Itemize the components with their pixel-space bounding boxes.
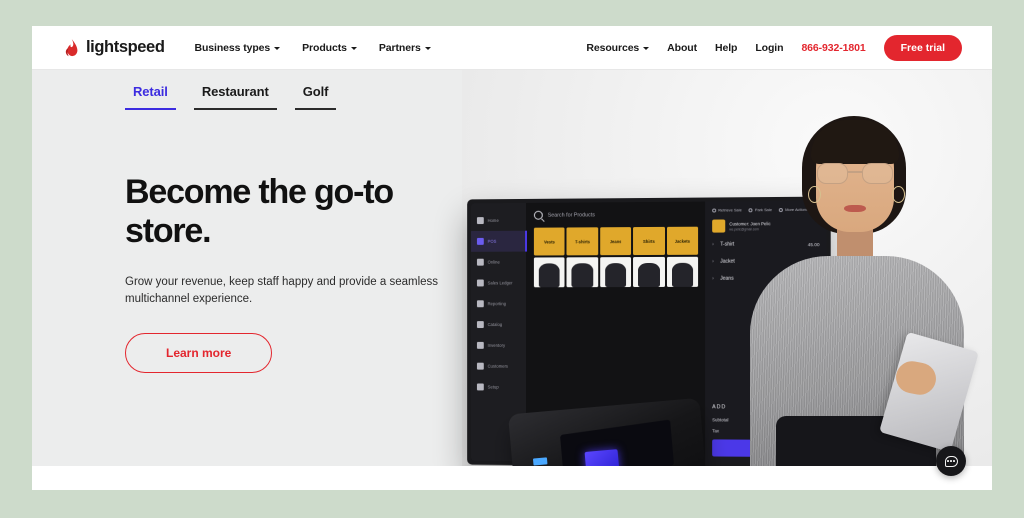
setup-icon — [476, 383, 484, 391]
pos-category-label: Jeans — [609, 238, 622, 244]
pos-sidebar-label: Inventory — [487, 342, 506, 348]
nav-item-business-types[interactable]: Business types — [195, 42, 281, 54]
chevron-down-icon — [350, 47, 357, 50]
retrieve-sale-button[interactable]: Retrieve Sale — [712, 207, 742, 213]
tab-golf[interactable]: Golf — [294, 84, 337, 110]
pos-product-thumbnail-row — [533, 256, 699, 288]
pos-search-bar[interactable]: Search for Products — [533, 210, 698, 220]
flame-icon — [65, 38, 78, 56]
avatar — [712, 219, 726, 233]
pos-category-vests[interactable]: Vests — [533, 227, 565, 256]
terminal-status-led — [533, 457, 548, 466]
site-viewport: lightspeed Business types Products Partn… — [32, 26, 992, 490]
chat-dot — [953, 460, 955, 462]
nav-label: Login — [755, 41, 784, 54]
pos-sidebar-label: POS — [487, 238, 497, 244]
hero-subtitle: Grow your revenue, keep staff happy and … — [125, 275, 439, 305]
nav-item-help[interactable]: Help — [715, 42, 737, 54]
hero-visual: Home POS Online Sales Ledger Reporting C… — [462, 70, 992, 490]
nav-label: Resources — [586, 41, 640, 54]
pos-search-placeholder: Search for Products — [547, 211, 595, 219]
logo-wordmark: lightspeed — [86, 38, 165, 56]
chat-dot — [947, 460, 949, 462]
chevron-down-icon — [274, 47, 281, 50]
nav-label: Products — [302, 41, 347, 54]
nav-label: Partners — [378, 41, 421, 54]
model-lips — [844, 205, 866, 212]
chevron-down-icon — [424, 47, 431, 50]
chat-dot — [950, 460, 952, 462]
tab-retail[interactable]: Retail — [125, 84, 176, 110]
pos-sidebar-label: Reporting — [487, 301, 507, 307]
pos-sidebar-label: Setup — [487, 384, 499, 390]
pos-category-label: Vests — [543, 239, 555, 245]
chat-bubble-icon — [944, 455, 958, 467]
pos-product-thumbnail[interactable] — [533, 257, 565, 288]
hero-bottom-strip — [32, 466, 992, 490]
nav-item-products[interactable]: Products — [302, 42, 357, 54]
glasses-bridge — [848, 171, 862, 173]
chevron-right-icon: › — [712, 241, 714, 248]
primary-nav-links: Business types Products Partners — [195, 42, 431, 54]
subtotal-label: Subtotal — [712, 417, 729, 423]
chevron-down-icon — [643, 47, 650, 50]
nav-label: About — [667, 41, 697, 54]
top-navigation-bar: lightspeed Business types Products Partn… — [32, 26, 992, 70]
secondary-nav-links: Resources About Help Login 866-932-1801 … — [586, 34, 962, 61]
pos-product-thumbnail[interactable] — [666, 256, 699, 287]
page-title: Become the go-to store. — [125, 173, 394, 251]
pos-category-tshirts[interactable]: T-shirts — [566, 227, 599, 256]
nav-item-about[interactable]: About — [667, 42, 697, 54]
chevron-right-icon: › — [712, 258, 714, 265]
hero-copy-block: Become the go-to store. Grow your revenu… — [125, 173, 485, 374]
glasses-lens-right — [862, 163, 893, 184]
pos-sidebar-label: Online — [487, 259, 500, 265]
nav-label: Help — [715, 41, 738, 54]
chevron-right-icon: › — [712, 275, 714, 282]
phone-number-link[interactable]: 866-932-1801 — [801, 42, 865, 54]
industry-tabs: Retail Restaurant Golf — [125, 84, 337, 110]
pos-category-jeans[interactable]: Jeans — [600, 227, 632, 256]
pos-sidebar-label: Customers — [487, 363, 509, 369]
pos-category-label: T-shirts — [574, 238, 590, 244]
pos-sidebar-label: Home — [487, 217, 499, 224]
pos-sidebar-label: Sales Ledger — [487, 280, 513, 286]
add-label: ADD — [712, 404, 727, 411]
pos-sidebar-item-setup[interactable]: Setup — [471, 377, 526, 398]
nav-label: Business types — [194, 41, 271, 54]
hero-section: Home POS Online Sales Ledger Reporting C… — [32, 70, 992, 490]
pos-product-thumbnail[interactable] — [600, 257, 632, 288]
pos-product-thumbnail[interactable] — [633, 256, 665, 288]
model-earring-left — [808, 186, 821, 203]
pos-category-jackets[interactable]: Jackets — [666, 226, 699, 255]
nav-item-resources[interactable]: Resources — [586, 41, 650, 54]
learn-more-button[interactable]: Learn more — [125, 333, 273, 374]
tax-label: Tax — [712, 428, 720, 434]
nav-item-login[interactable]: Login — [755, 42, 783, 54]
pos-category-label: Shirts — [642, 238, 655, 244]
chat-widget-button[interactable] — [936, 446, 966, 476]
nav-item-partners[interactable]: Partners — [379, 42, 431, 54]
pos-product-thumbnail[interactable] — [566, 257, 599, 288]
search-icon — [533, 210, 543, 220]
glasses-lens-left — [817, 163, 848, 184]
model-glasses — [817, 163, 893, 184]
action-label: Retrieve Sale — [718, 207, 742, 213]
page-canvas: lightspeed Business types Products Partn… — [0, 0, 1024, 518]
free-trial-button[interactable]: Free trial — [883, 34, 962, 61]
pos-category-row: Vests T-shirts Jeans Shirts Jackets — [533, 226, 699, 256]
pos-category-shirts[interactable]: Shirts — [633, 226, 665, 256]
hero-model-photo — [742, 108, 979, 490]
pos-sidebar-label: Catalog — [487, 322, 503, 328]
tab-restaurant[interactable]: Restaurant — [193, 84, 277, 110]
retrieve-icon — [712, 208, 717, 213]
lightspeed-logo[interactable]: lightspeed — [64, 38, 165, 57]
pos-category-label: Jackets — [674, 238, 691, 244]
model-earring-right — [892, 186, 905, 203]
